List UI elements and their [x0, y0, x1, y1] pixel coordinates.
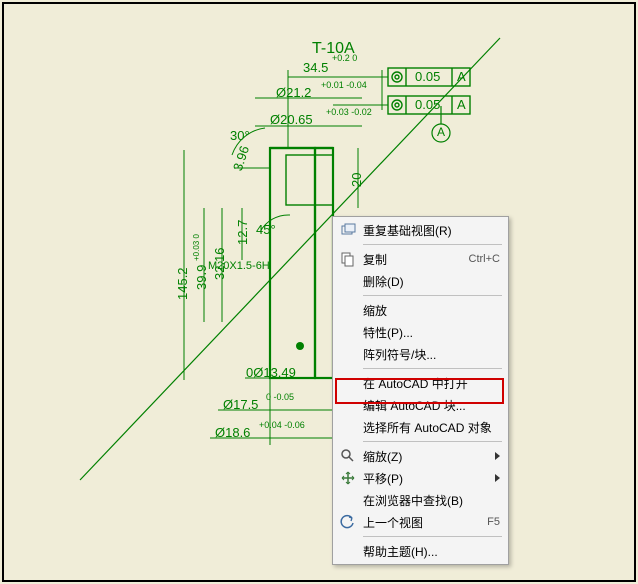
blank-icon [339, 345, 357, 363]
blank-icon [339, 323, 357, 341]
menu-label: 删除(D) [363, 273, 500, 290]
menu-label: 缩放 [363, 302, 500, 319]
blank-icon [339, 272, 357, 290]
menu-label: 在浏览器中查找(B) [363, 492, 500, 509]
dim-0d13-49: 0Ø13.49 [246, 365, 296, 380]
dim-d20-65: Ø20.65 [270, 112, 313, 127]
menu-separator [363, 368, 502, 369]
dim-145-2: 145.2 [175, 267, 190, 300]
menu-open-in-autocad[interactable]: 在 AutoCAD 中打开 [335, 372, 506, 394]
menu-label: 选择所有 AutoCAD 对象 [363, 419, 500, 436]
menu-separator [363, 441, 502, 442]
menu-separator [363, 295, 502, 296]
menu-delete[interactable]: 删除(D) [335, 270, 506, 292]
zoom-icon [339, 447, 357, 465]
menu-separator [363, 244, 502, 245]
submenu-arrow-icon [495, 474, 500, 482]
menu-label: 阵列符号/块... [363, 346, 500, 363]
dim-d21-2: Ø21.2 [276, 85, 311, 100]
blank-icon [339, 491, 357, 509]
menu-edit-autocad-block[interactable]: 编辑 AutoCAD 块... [335, 394, 506, 416]
menu-label: 复制 [363, 251, 461, 268]
gtol-ref-1: A [457, 69, 466, 84]
blank-icon [339, 374, 357, 392]
context-menu: 重复基础视图(R) 复制 Ctrl+C 删除(D) 缩放 特性(P)... 阵列… [332, 216, 509, 565]
datum-a: A [437, 125, 445, 139]
menu-select-all-autocad[interactable]: 选择所有 AutoCAD 对象 [335, 416, 506, 438]
submenu-arrow-icon [495, 452, 500, 460]
menu-label: 缩放(Z) [363, 448, 491, 465]
cad-canvas [0, 0, 638, 584]
dim-thread: M20X1.5-6H [208, 260, 270, 272]
blank-icon [339, 396, 357, 414]
gtol-val-1: 0.05 [415, 69, 440, 84]
menu-shortcut: F5 [487, 516, 500, 528]
pan-icon [339, 469, 357, 487]
blank-icon [339, 542, 357, 560]
menu-repeat-base-view[interactable]: 重复基础视图(R) [335, 219, 506, 241]
prev-view-icon [339, 513, 357, 531]
tol-34-5: +0.2 0 [332, 54, 357, 62]
menu-label: 上一个视图 [363, 514, 479, 531]
dim-20: 20 [349, 173, 364, 187]
gtol-val-2: 0.05 [415, 97, 440, 112]
menu-array-symbols[interactable]: 阵列符号/块... [335, 343, 506, 365]
repeat-icon [339, 221, 357, 239]
menu-label: 在 AutoCAD 中打开 [363, 375, 500, 392]
dim-30: 30° [230, 128, 250, 143]
tol-d17-5: 0 -0.05 [266, 393, 294, 401]
menu-label: 重复基础视图(R) [363, 222, 500, 239]
menu-label: 特性(P)... [363, 324, 500, 341]
dim-39-9: 39.9 [194, 265, 209, 290]
menu-shortcut: Ctrl+C [469, 253, 500, 265]
dim-d17-5: Ø17.5 [223, 397, 258, 412]
gtol-ref-2: A [457, 97, 466, 112]
menu-help-topic[interactable]: 帮助主题(H)... [335, 540, 506, 562]
tol-d21-2: +0.01 -0.04 [321, 81, 367, 89]
copy-icon [339, 250, 357, 268]
tol-d18-6: +0.04 -0.06 [259, 421, 305, 429]
menu-zoom[interactable]: 缩放(Z) [335, 445, 506, 467]
tol-39-9: +0.03 0 [193, 234, 200, 261]
menu-scale[interactable]: 缩放 [335, 299, 506, 321]
menu-find-in-browser[interactable]: 在浏览器中查找(B) [335, 489, 506, 511]
dim-45: 45° [256, 222, 276, 237]
menu-previous-view[interactable]: 上一个视图 F5 [335, 511, 506, 533]
dim-12-7: 12.7 [235, 220, 250, 245]
menu-label: 帮助主题(H)... [363, 543, 500, 560]
blank-icon [339, 418, 357, 436]
dim-d18-6: Ø18.6 [215, 425, 250, 440]
menu-pan[interactable]: 平移(P) [335, 467, 506, 489]
menu-separator [363, 536, 502, 537]
menu-copy[interactable]: 复制 Ctrl+C [335, 248, 506, 270]
menu-label: 平移(P) [363, 470, 491, 487]
blank-icon [339, 301, 357, 319]
dim-34-5: 34.5 [303, 60, 328, 75]
menu-label: 编辑 AutoCAD 块... [363, 397, 500, 414]
tol-d20-65: +0.03 -0.02 [326, 108, 372, 116]
menu-properties[interactable]: 特性(P)... [335, 321, 506, 343]
